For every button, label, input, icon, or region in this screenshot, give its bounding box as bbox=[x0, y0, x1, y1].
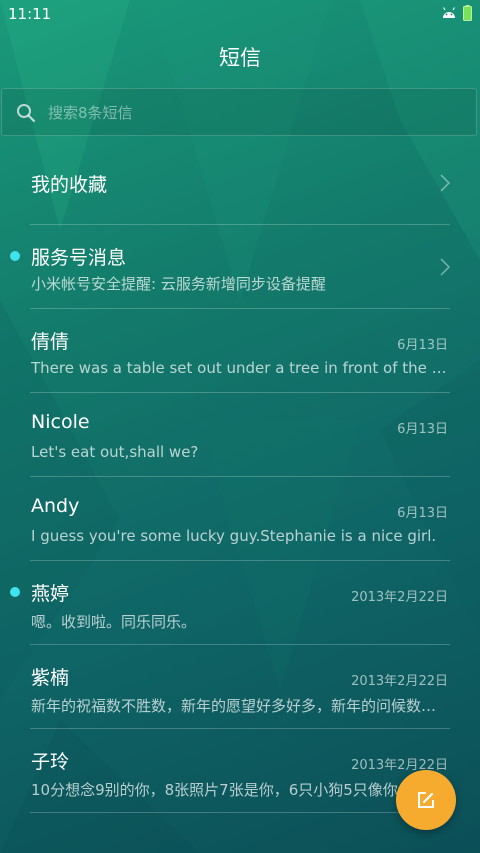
divider bbox=[30, 812, 450, 813]
android-icon bbox=[443, 7, 455, 18]
conversation-date: 2013年2月22日 bbox=[351, 590, 448, 605]
conversation-date: 6月13日 bbox=[397, 506, 448, 521]
compose-button[interactable] bbox=[396, 770, 456, 830]
status-bar: 11:11 bbox=[0, 0, 480, 28]
favorites-label: 我的收藏 bbox=[31, 174, 108, 196]
conversation-preview: 新年的祝福数不胜数，新年的愿望好多好多，新年的问候数不胜数 bbox=[31, 697, 449, 715]
sms-screen: 11:11 短信 我的收藏 服务号消息 小米帐号安全提 bbox=[0, 0, 480, 853]
conversation-date: 2013年2月22日 bbox=[351, 674, 448, 689]
conversation-name: Nicole bbox=[31, 411, 90, 433]
conversation-preview: 10分想念9别的你，8张照片7张是你，6只小狗5只像你 bbox=[31, 781, 398, 799]
conversation-row[interactable]: Andy 6月13日 I guess you're some lucky guy… bbox=[0, 477, 480, 561]
search-bar[interactable] bbox=[1, 88, 477, 136]
conversation-preview: 小米帐号安全提醒: 云服务新增同步设备提醒 bbox=[31, 275, 326, 293]
status-time: 11:11 bbox=[8, 5, 52, 23]
conversation-preview: Let's eat out,shall we? bbox=[31, 443, 199, 461]
conversation-row-service[interactable]: 服务号消息 小米帐号安全提醒: 云服务新增同步设备提醒 bbox=[0, 225, 480, 309]
conversation-date: 6月13日 bbox=[397, 422, 448, 437]
page-title: 短信 bbox=[219, 46, 261, 70]
conversation-name: 紫楠 bbox=[31, 667, 70, 689]
search-icon bbox=[17, 104, 36, 123]
unread-dot bbox=[10, 587, 20, 597]
unread-dot bbox=[10, 251, 20, 261]
battery-icon bbox=[463, 5, 472, 21]
conversation-date: 6月13日 bbox=[397, 338, 448, 353]
conversation-row[interactable]: 燕婷 2013年2月22日 嗯。收到啦。同乐同乐。 bbox=[0, 561, 480, 645]
conversation-name: 服务号消息 bbox=[31, 247, 127, 269]
conversation-name: 燕婷 bbox=[31, 583, 70, 605]
conversation-name: 倩倩 bbox=[31, 331, 70, 353]
chevron-right-icon bbox=[440, 174, 450, 192]
favorites-row[interactable]: 我的收藏 bbox=[0, 141, 480, 225]
conversation-preview: I guess you're some lucky guy.Stephanie … bbox=[31, 527, 437, 545]
conversation-row[interactable]: 倩倩 6月13日 There was a table set out under… bbox=[0, 309, 480, 393]
conversation-name: Andy bbox=[31, 495, 80, 517]
conversation-row[interactable]: Nicole 6月13日 Let's eat out,shall we? bbox=[0, 393, 480, 477]
conversation-name: 子玲 bbox=[31, 751, 70, 773]
conversation-preview: 嗯。收到啦。同乐同乐。 bbox=[31, 613, 197, 631]
chevron-right-icon bbox=[440, 258, 450, 276]
conversation-row[interactable]: 紫楠 2013年2月22日 新年的祝福数不胜数，新年的愿望好多好多，新年的问候数… bbox=[0, 645, 480, 729]
conversation-preview: There was a table set out under a tree i… bbox=[31, 359, 449, 377]
compose-icon bbox=[418, 792, 434, 808]
search-input[interactable] bbox=[48, 102, 448, 124]
